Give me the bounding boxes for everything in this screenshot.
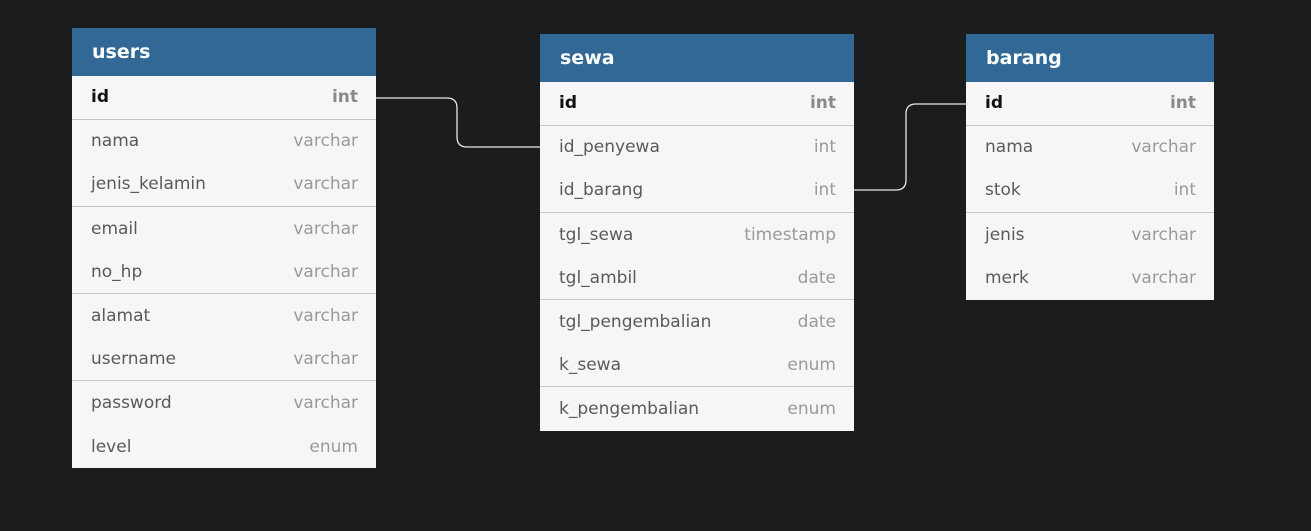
field-row-barang-id[interactable]: id int [966,82,1214,126]
field-type: int [809,93,836,114]
field-name: nama [91,131,140,152]
field-row-users-jenis-kelamin[interactable]: jenis_kelamin varchar [72,163,376,207]
relation-barang-id-to-sewa-id-barang [854,103,966,191]
field-name: stok [985,180,1021,201]
field-type: varchar [293,131,358,152]
field-name: id_penyewa [559,137,660,158]
field-row-barang-nama[interactable]: nama varchar [966,126,1214,170]
field-type: varchar [293,218,358,239]
field-name: jenis [985,224,1025,245]
field-name: level [91,436,132,457]
field-type: varchar [293,261,358,282]
field-row-sewa-tgl-pengembalian[interactable]: tgl_pengembalian date [540,300,854,344]
field-name: id_barang [559,180,644,201]
field-type: varchar [1131,224,1196,245]
table-header-sewa[interactable]: sewa [540,34,854,82]
field-row-users-id[interactable]: id int [72,76,376,120]
field-row-barang-jenis[interactable]: jenis varchar [966,213,1214,257]
field-type: varchar [293,348,358,369]
field-type: varchar [293,392,358,413]
field-name: password [91,392,172,413]
field-name: id [559,93,577,114]
field-row-users-password[interactable]: password varchar [72,381,376,425]
field-row-sewa-id-penyewa[interactable]: id_penyewa int [540,126,854,170]
diagram-canvas: users id int nama varchar jenis_kelamin … [0,0,1311,531]
field-type: int [1173,180,1196,201]
field-type: enum [787,398,836,419]
field-row-users-level[interactable]: level enum [72,425,376,469]
table-users[interactable]: users id int nama varchar jenis_kelamin … [72,28,376,469]
field-row-users-nama[interactable]: nama varchar [72,120,376,164]
field-type: timestamp [744,224,836,245]
field-name: tgl_sewa [559,224,634,245]
field-name: no_hp [91,261,143,282]
table-header-users[interactable]: users [72,28,376,76]
field-type: date [797,267,836,288]
table-barang[interactable]: barang id int nama varchar stok int jeni… [966,34,1214,300]
field-name: username [91,348,176,369]
relation-users-id-to-sewa-id-penyewa [376,97,540,148]
field-row-barang-stok[interactable]: stok int [966,169,1214,213]
field-row-sewa-tgl-ambil[interactable]: tgl_ambil date [540,256,854,300]
field-type: int [331,87,358,108]
field-name: k_sewa [559,354,621,375]
field-name: tgl_ambil [559,267,637,288]
field-type: int [813,180,836,201]
field-type: varchar [1131,268,1196,289]
field-name: alamat [91,305,151,326]
field-name: tgl_pengembalian [559,311,712,332]
field-name: email [91,218,138,239]
field-name: id [985,93,1003,114]
table-header-barang[interactable]: barang [966,34,1214,82]
field-row-sewa-k-sewa[interactable]: k_sewa enum [540,344,854,388]
field-row-users-username[interactable]: username varchar [72,338,376,382]
field-row-sewa-k-pengembalian[interactable]: k_pengembalian enum [540,387,854,431]
field-row-sewa-id-barang[interactable]: id_barang int [540,169,854,213]
field-name: id [91,87,109,108]
field-row-users-email[interactable]: email varchar [72,207,376,251]
field-row-sewa-id[interactable]: id int [540,82,854,126]
field-type: varchar [293,174,358,195]
field-name: merk [985,268,1029,289]
field-type: int [813,137,836,158]
field-name: k_pengembalian [559,398,700,419]
field-row-users-no-hp[interactable]: no_hp varchar [72,250,376,294]
field-type: enum [309,436,358,457]
field-type: date [797,311,836,332]
field-type: varchar [1131,137,1196,158]
field-row-users-alamat[interactable]: alamat varchar [72,294,376,338]
field-name: jenis_kelamin [91,174,206,195]
field-type: int [1169,93,1196,114]
field-type: varchar [293,305,358,326]
field-row-sewa-tgl-sewa[interactable]: tgl_sewa timestamp [540,213,854,257]
table-sewa[interactable]: sewa id int id_penyewa int id_barang int… [540,34,854,431]
field-row-barang-merk[interactable]: merk varchar [966,256,1214,300]
field-name: nama [985,137,1034,158]
field-type: enum [787,354,836,375]
